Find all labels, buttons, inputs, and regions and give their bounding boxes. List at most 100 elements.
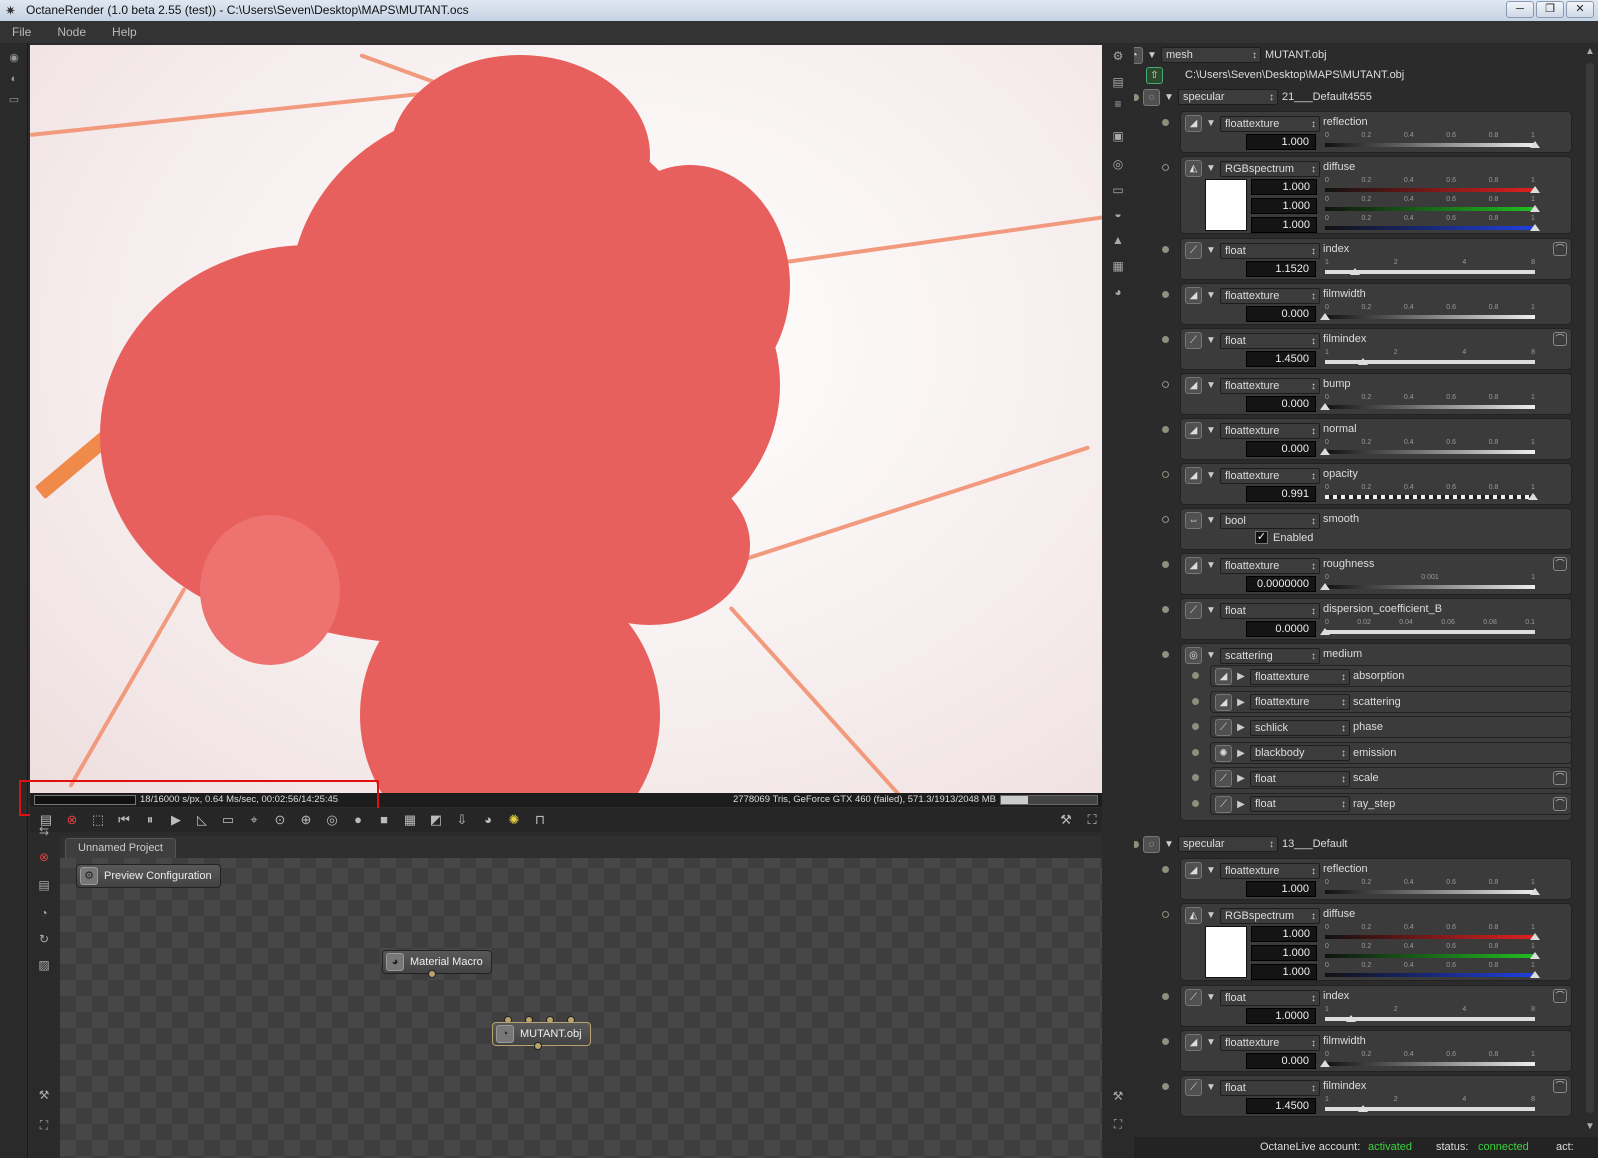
camera-icon[interactable]: ◐: [6, 73, 22, 87]
import-icon[interactable]: ⇩: [452, 811, 472, 829]
curve-icon[interactable]: ⌒: [1553, 242, 1567, 256]
value-slider[interactable]: 0 0.2 0.4 0.6 0.8 1: [1325, 962, 1540, 980]
focus-icon[interactable]: ⊙: [270, 811, 290, 829]
expand-icon[interactable]: ▶: [1236, 773, 1246, 784]
scroll-down-icon[interactable]: ▼: [1585, 1121, 1595, 1132]
param-type-select[interactable]: floattexture: [1220, 1034, 1320, 1051]
value-slider[interactable]: 1 2 4 8: [1325, 1096, 1535, 1114]
value-slider[interactable]: 0 0.2 0.4 0.6 0.8 1: [1325, 879, 1540, 897]
checkbox[interactable]: ✓: [1255, 531, 1268, 544]
value-field[interactable]: 0.0000: [1246, 621, 1316, 637]
lock-icon[interactable]: ◎: [322, 811, 342, 829]
param-type-select[interactable]: floattexture: [1220, 467, 1320, 484]
sphere-icon[interactable]: ●: [348, 811, 368, 829]
color-swatch[interactable]: [1205, 926, 1247, 978]
output-pin[interactable]: [428, 970, 436, 978]
expand-icon[interactable]: ▼: [1164, 92, 1174, 103]
param-type-select[interactable]: RGBspectrum: [1220, 907, 1320, 924]
slider-knob[interactable]: [1530, 888, 1540, 895]
sub-type-select[interactable]: floattexture: [1250, 668, 1350, 685]
menu-node[interactable]: Node: [57, 25, 86, 39]
param-type-select[interactable]: bool: [1220, 512, 1320, 529]
camera-icon[interactable]: ◎: [1109, 157, 1127, 175]
slider-knob[interactable]: [1320, 583, 1330, 590]
inspector-scrollbar[interactable]: ▲ ▼: [1582, 43, 1598, 1135]
slider-knob[interactable]: [1530, 186, 1540, 193]
white-bg-icon[interactable]: ■: [374, 811, 394, 829]
material-icon[interactable]: ◕: [1109, 285, 1127, 303]
expand-icon[interactable]: ▼: [1206, 560, 1216, 571]
value-field-b[interactable]: 1.000: [1251, 217, 1317, 233]
value-slider[interactable]: 0 0.2 0.4 0.6 0.8 1: [1325, 924, 1540, 942]
pin-bullet[interactable]: [1162, 651, 1169, 658]
macro-icon[interactable]: ▨: [35, 958, 53, 976]
value-slider[interactable]: 0 0.001 1: [1320, 574, 1535, 592]
pin-bullet[interactable]: [1162, 606, 1169, 613]
af-icon[interactable]: ⌖: [244, 811, 264, 829]
expand-icon[interactable]: ▼: [1206, 515, 1216, 526]
curve-icon[interactable]: ⌒: [1553, 1079, 1567, 1093]
pin-bullet[interactable]: [1134, 93, 1139, 101]
value-slider[interactable]: 0 0.2 0.4 0.6 0.8 1: [1325, 132, 1540, 150]
expand-icon[interactable]: ▼: [1206, 650, 1216, 661]
stop-icon[interactable]: ⊗: [62, 811, 82, 829]
expand-icon[interactable]: ▶: [1236, 799, 1246, 810]
value-field[interactable]: 1.0000: [1246, 1008, 1316, 1024]
value-field[interactable]: 1.4500: [1246, 1098, 1316, 1114]
pin-bullet[interactable]: [1162, 164, 1169, 171]
settings-icon[interactable]: ⚙: [1109, 49, 1127, 67]
value-slider[interactable]: 0 0.2 0.4 0.6 0.8 1: [1325, 484, 1539, 502]
slider-knob[interactable]: [1358, 358, 1369, 365]
value-slider[interactable]: 0 0.2 0.4 0.6 0.8 1: [1320, 439, 1535, 457]
expand-icon[interactable]: ▶: [1236, 722, 1246, 733]
minimize-button[interactable]: ─: [1506, 1, 1534, 18]
pause-icon[interactable]: ⏸: [140, 811, 160, 829]
mesh-icon[interactable]: ◔: [35, 906, 53, 924]
param-type-select[interactable]: float: [1220, 602, 1320, 619]
expand-icon[interactable]: ▼: [1206, 335, 1216, 346]
slider-knob[interactable]: [1350, 268, 1361, 275]
pin-icon[interactable]: ◉: [6, 51, 22, 65]
expand-icon[interactable]: ▶: [1236, 748, 1246, 759]
expand-icon[interactable]: ▼: [1206, 245, 1216, 256]
param-type-select[interactable]: floattexture: [1220, 377, 1320, 394]
fullscreen-icon[interactable]: ⛶: [1109, 1117, 1127, 1135]
curve-icon[interactable]: ⌒: [1553, 796, 1567, 811]
refresh-icon[interactable]: ↻: [35, 932, 53, 950]
sub-type-select[interactable]: float: [1250, 796, 1350, 812]
material-type-select[interactable]: specular: [1178, 836, 1278, 852]
picker-icon[interactable]: ◺: [192, 811, 212, 829]
param-type-select[interactable]: float: [1220, 989, 1320, 1006]
scroll-thumb[interactable]: [1586, 63, 1594, 1113]
value-slider[interactable]: 1 2 4 8: [1325, 349, 1535, 367]
pin-bullet[interactable]: [1162, 1038, 1169, 1045]
pin-bullet[interactable]: [1192, 697, 1199, 705]
value-slider[interactable]: 0 0.2 0.4 0.6 0.8 1: [1325, 196, 1540, 214]
sun-icon[interactable]: ✺: [504, 811, 524, 829]
material-icon[interactable]: ◕: [478, 811, 498, 829]
pin-bullet[interactable]: [1162, 119, 1169, 126]
wrench-icon[interactable]: ⚒: [35, 1088, 53, 1106]
wrench-icon[interactable]: ⚒: [1056, 811, 1076, 829]
scroll-up-icon[interactable]: ▲: [1585, 46, 1595, 57]
zoom-icon[interactable]: ⊕: [296, 811, 316, 829]
collapse-icon[interactable]: ▭: [6, 93, 22, 107]
curve-icon[interactable]: ⌒: [1553, 332, 1567, 346]
value-field[interactable]: 1.000: [1246, 881, 1316, 897]
film-icon[interactable]: ▭: [1109, 183, 1127, 201]
value-field[interactable]: 1.000: [1246, 134, 1316, 150]
tab-unnamed-project[interactable]: Unnamed Project: [65, 838, 176, 858]
pin-bullet[interactable]: [1162, 291, 1169, 298]
delete-icon[interactable]: ⊗: [35, 850, 53, 868]
sub-type-select[interactable]: blackbody: [1250, 745, 1350, 761]
curve-icon[interactable]: ⌒: [1553, 989, 1567, 1003]
expand-icon[interactable]: ▼: [1206, 605, 1216, 616]
fullscreen-icon[interactable]: ⛶: [1082, 811, 1102, 829]
pin-bullet[interactable]: [1162, 471, 1169, 478]
value-field-g[interactable]: 1.000: [1251, 945, 1317, 961]
expand-icon[interactable]: ▼: [1206, 1037, 1216, 1048]
value-slider[interactable]: 0 0.02 0.04 0.06 0.08 0.1: [1320, 619, 1535, 637]
value-slider[interactable]: 0 0.2 0.4 0.6 0.8 1: [1320, 1051, 1535, 1069]
expand-icon[interactable]: ▼: [1206, 290, 1216, 301]
kernel-icon[interactable]: ▦: [1109, 259, 1127, 277]
